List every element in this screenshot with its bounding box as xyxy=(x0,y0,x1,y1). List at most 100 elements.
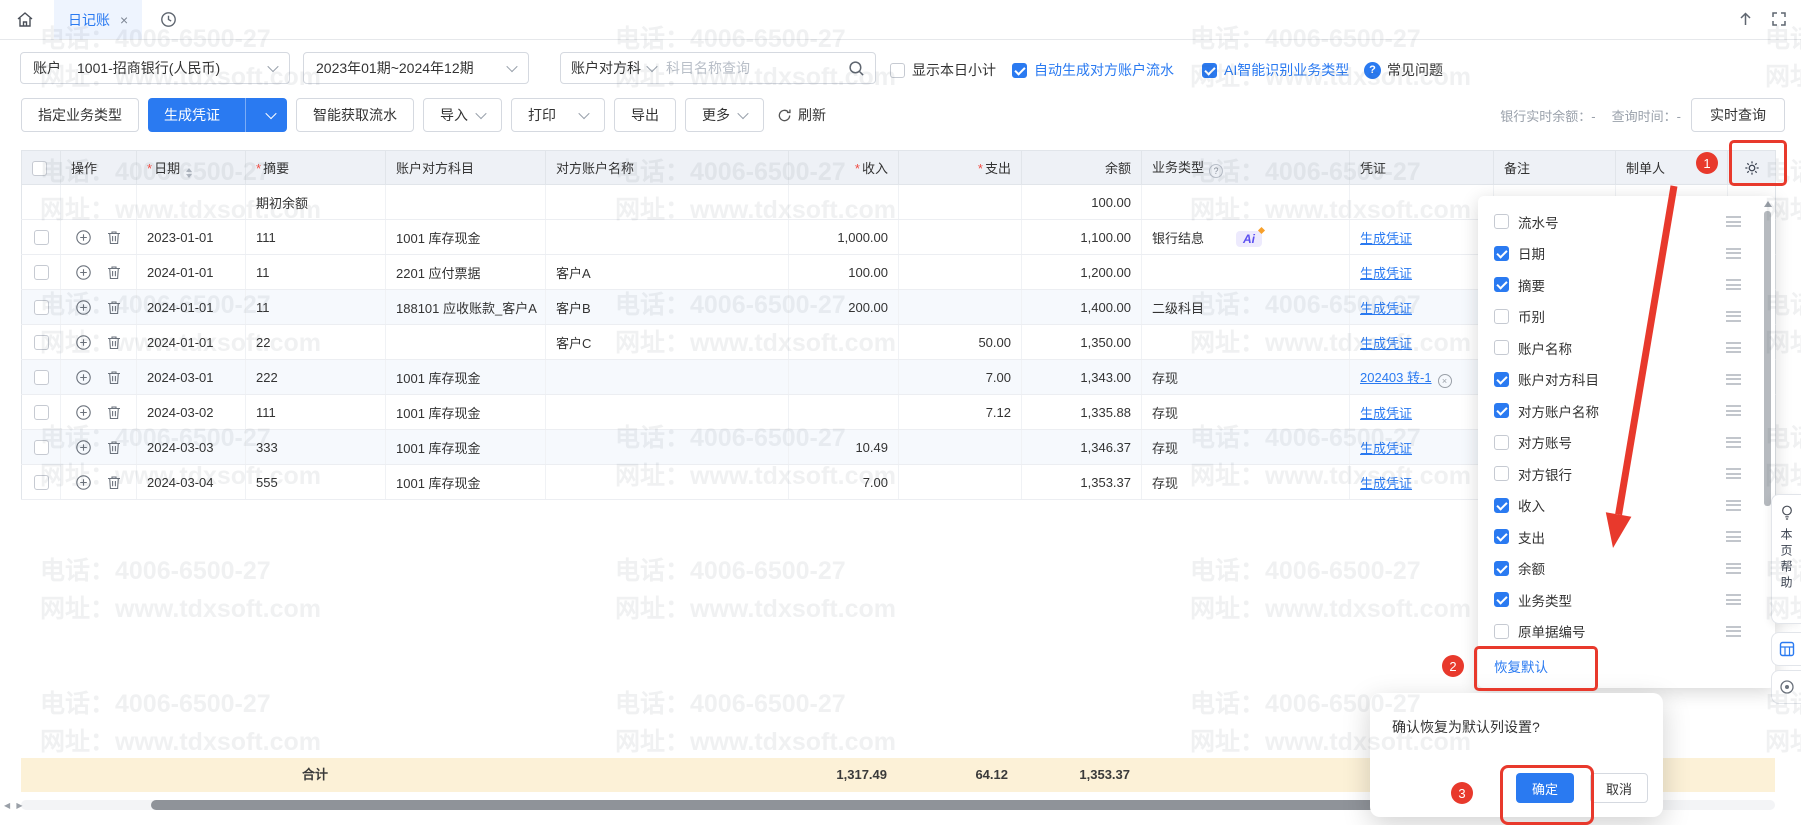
drag-handle-icon[interactable] xyxy=(1726,216,1741,227)
column-menu-item[interactable]: 余额 xyxy=(1478,553,1775,585)
assign-biz-type-button[interactable]: 指定业务类型 xyxy=(21,98,139,132)
row-checkbox[interactable] xyxy=(34,475,49,490)
hscroll-arrows[interactable]: ◀ ▶ xyxy=(4,801,25,810)
scroll-up-icon[interactable] xyxy=(1764,201,1772,207)
voucher-number-link[interactable]: 202403 转-1 xyxy=(1360,370,1432,385)
row-checkbox[interactable] xyxy=(34,335,49,350)
home-icon[interactable] xyxy=(16,11,34,28)
delete-row-icon[interactable] xyxy=(107,265,121,280)
column-checkbox[interactable] xyxy=(1494,309,1509,324)
select-all-checkbox[interactable] xyxy=(32,161,47,176)
delete-row-icon[interactable] xyxy=(107,370,121,385)
drag-handle-icon[interactable] xyxy=(1726,405,1741,416)
column-checkbox[interactable] xyxy=(1494,277,1509,292)
column-settings-gear-icon[interactable] xyxy=(1728,151,1776,185)
generate-voucher-link[interactable]: 生成凭证 xyxy=(1360,266,1412,281)
row-checkbox[interactable] xyxy=(34,405,49,420)
checkbox-auto-flow[interactable]: 自动生成对方账户流水 xyxy=(1012,60,1174,80)
refresh-button[interactable]: 刷新 xyxy=(773,98,830,132)
faq-link[interactable]: ? 常见问题 xyxy=(1364,60,1443,80)
column-menu-item[interactable]: 对方账户名称 xyxy=(1478,395,1775,427)
delete-row-icon[interactable] xyxy=(107,300,121,315)
add-row-icon[interactable] xyxy=(76,335,91,350)
generate-voucher-link[interactable]: 生成凭证 xyxy=(1360,406,1412,421)
column-menu-item[interactable]: 原单据编号 xyxy=(1478,616,1775,648)
row-checkbox[interactable] xyxy=(34,230,49,245)
add-row-icon[interactable] xyxy=(76,475,91,490)
export-button[interactable]: 导出 xyxy=(614,98,676,132)
delete-row-icon[interactable] xyxy=(107,230,121,245)
more-button[interactable]: 更多 xyxy=(685,98,764,132)
search-icon[interactable] xyxy=(848,60,865,77)
scrollbar-thumb[interactable] xyxy=(151,800,1561,810)
drag-handle-icon[interactable] xyxy=(1726,437,1741,448)
help-question-icon[interactable]: ? xyxy=(1209,164,1223,178)
import-button[interactable]: 导入 xyxy=(423,98,502,132)
drag-handle-icon[interactable] xyxy=(1726,563,1741,574)
generate-voucher-link[interactable]: 生成凭证 xyxy=(1360,336,1412,351)
drag-handle-icon[interactable] xyxy=(1726,374,1741,385)
row-checkbox[interactable] xyxy=(34,440,49,455)
column-checkbox[interactable] xyxy=(1494,529,1509,544)
column-menu-item[interactable]: 对方银行 xyxy=(1478,458,1775,490)
subject-type-select[interactable]: 账户对方科 xyxy=(571,58,656,78)
checkbox-icon[interactable] xyxy=(890,63,905,78)
row-checkbox[interactable] xyxy=(34,265,49,280)
history-clock-icon[interactable] xyxy=(160,11,177,28)
checkbox-daily-subtotal[interactable]: 显示本日小计 xyxy=(890,60,996,80)
target-circle-icon[interactable] xyxy=(1771,670,1801,704)
calculator-icon[interactable] xyxy=(1771,632,1801,666)
header-date[interactable]: *日期 xyxy=(137,151,246,185)
column-checkbox[interactable] xyxy=(1494,498,1509,513)
drag-handle-icon[interactable] xyxy=(1726,594,1741,605)
restore-default-link[interactable]: 恢复默认 xyxy=(1478,647,1775,685)
generate-voucher-link[interactable]: 生成凭证 xyxy=(1360,301,1412,316)
subject-search-input[interactable] xyxy=(664,59,840,77)
column-checkbox[interactable] xyxy=(1494,624,1509,639)
add-row-icon[interactable] xyxy=(76,230,91,245)
column-menu-item[interactable]: 币别 xyxy=(1478,301,1775,333)
chevron-down-icon[interactable] xyxy=(255,111,287,119)
column-menu-item[interactable]: 账户对方科目 xyxy=(1478,364,1775,396)
add-row-icon[interactable] xyxy=(76,265,91,280)
column-checkbox[interactable] xyxy=(1494,372,1509,387)
delete-row-icon[interactable] xyxy=(107,440,121,455)
delete-row-icon[interactable] xyxy=(107,405,121,420)
drag-handle-icon[interactable] xyxy=(1726,342,1741,353)
column-checkbox[interactable] xyxy=(1494,246,1509,261)
page-help-tab[interactable]: 本页帮助 xyxy=(1771,494,1801,624)
column-menu-item[interactable]: 日期 xyxy=(1478,238,1775,270)
print-button[interactable]: 打印 xyxy=(511,98,605,132)
column-checkbox[interactable] xyxy=(1494,466,1509,481)
checkbox-ai-type[interactable]: AI智能识别业务类型 xyxy=(1202,60,1349,80)
confirm-ok-button[interactable]: 确定 xyxy=(1516,773,1574,803)
confirm-cancel-button[interactable]: 取消 xyxy=(1590,773,1648,803)
scroll-top-icon[interactable] xyxy=(1738,11,1753,27)
generate-voucher-link[interactable]: 生成凭证 xyxy=(1360,441,1412,456)
period-select[interactable]: 2023年01期~2024年12期 xyxy=(303,52,529,84)
add-row-icon[interactable] xyxy=(76,370,91,385)
delete-row-icon[interactable] xyxy=(107,475,121,490)
panel-scrollbar-thumb[interactable] xyxy=(1764,211,1771,506)
drag-handle-icon[interactable] xyxy=(1726,531,1741,542)
column-checkbox[interactable] xyxy=(1494,592,1509,607)
checkbox-icon[interactable] xyxy=(1202,63,1217,78)
drag-handle-icon[interactable] xyxy=(1726,279,1741,290)
column-checkbox[interactable] xyxy=(1494,435,1509,450)
drag-handle-icon[interactable] xyxy=(1726,500,1741,511)
add-row-icon[interactable] xyxy=(76,300,91,315)
account-select[interactable]: 账户 1001-招商银行(人民币) xyxy=(20,52,290,84)
column-menu-item[interactable]: 账户名称 xyxy=(1478,332,1775,364)
add-row-icon[interactable] xyxy=(76,405,91,420)
tab-journal[interactable]: 日记账 × xyxy=(54,0,142,39)
column-menu-item[interactable]: 摘要 xyxy=(1478,269,1775,301)
realtime-query-button[interactable]: 实时查询 xyxy=(1691,98,1785,132)
generate-voucher-button[interactable]: 生成凭证 xyxy=(148,98,287,132)
drag-handle-icon[interactable] xyxy=(1726,468,1741,479)
tab-close-icon[interactable]: × xyxy=(120,12,128,28)
fullscreen-icon[interactable] xyxy=(1771,11,1787,27)
row-checkbox[interactable] xyxy=(34,300,49,315)
column-checkbox[interactable] xyxy=(1494,561,1509,576)
checkbox-icon[interactable] xyxy=(1012,63,1027,78)
add-row-icon[interactable] xyxy=(76,440,91,455)
